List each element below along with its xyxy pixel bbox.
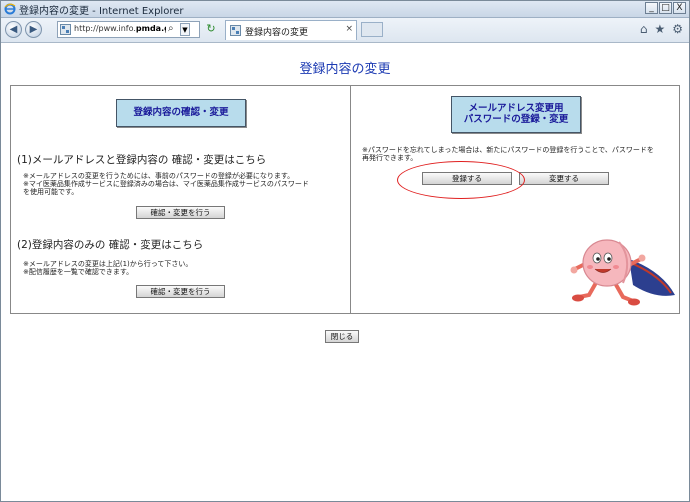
settings-gear-icon[interactable]: ⚙ (672, 22, 683, 36)
close-window-button[interactable]: X (673, 2, 686, 14)
section2-note-2: ※配信履歴を一覧で確認できます。 (23, 268, 134, 276)
tab-favicon-icon (230, 25, 241, 36)
forward-arrow-icon: ▶ (29, 24, 38, 35)
window-controls: _ □ X (645, 2, 686, 14)
section1-note-3: を使用可能です。 (23, 188, 79, 196)
close-button[interactable]: 閉じる (325, 330, 359, 343)
right-header-line-2: パスワードの登録・変更 (463, 114, 569, 125)
right-panel-header: メールアドレス変更用 パスワードの登録・変更 (451, 96, 581, 133)
minimize-button[interactable]: _ (645, 2, 658, 14)
highlight-annotation-ring (397, 161, 525, 199)
page-title: 登録内容の変更 (299, 62, 391, 77)
browser-tab[interactable]: 登録内容の変更 × (225, 20, 357, 40)
right-note-1: ※パスワードを忘れてしまった場合は、新たにパスワードの登録を行うことで、パスワー… (362, 146, 654, 154)
right-header-line-1: メールアドレス変更用 (468, 103, 564, 114)
section1-heading: (1)メールアドレスと登録内容の 確認・変更はこちら (17, 154, 267, 166)
change-button[interactable]: 変更する (519, 172, 609, 185)
back-button[interactable]: ◀ (5, 21, 22, 38)
section1-note-1: ※メールアドレスの変更を行うためには、事前のパスワードの登録が必要になります。 (23, 172, 295, 180)
window-title: 登録内容の変更 - Internet Explorer (19, 6, 184, 17)
section1-note-2: ※マイ医薬品集作成サービスに登録済みの場合は、マイ医薬品集作成サービスのパスワー… (23, 180, 309, 188)
home-icon[interactable]: ⌂ (640, 22, 648, 36)
refresh-icon[interactable]: ↻ (204, 22, 218, 36)
back-arrow-icon: ◀ (9, 24, 18, 35)
new-tab-button[interactable] (361, 22, 383, 37)
internet-explorer-icon (4, 3, 16, 15)
forward-button[interactable]: ▶ (25, 21, 42, 38)
address-bar[interactable]: http://pww.info.pmda.go.jp/p ⌕ ▼ (57, 21, 200, 38)
right-note-2: 再発行できます。 (362, 154, 418, 162)
favorites-star-icon[interactable]: ★ (654, 22, 665, 36)
confirm-change-button-2[interactable]: 確認・変更を行う (136, 285, 225, 298)
address-url: http://pww.info.pmda.go.jp/p (74, 24, 166, 33)
section2-heading: (2)登録内容のみの 確認・変更はこちら (17, 239, 204, 251)
search-icon[interactable]: ⌕ (168, 23, 174, 34)
left-panel-header: 登録内容の確認・変更 (116, 99, 246, 127)
title-bar: 登録内容の変更 - Internet Explorer _ □ X (1, 1, 689, 18)
tab-title: 登録内容の変更 (245, 28, 309, 38)
section2-note-1: ※メールアドレスの変更は上記(1)から行って下さい。 (23, 260, 193, 268)
page-favicon-icon (60, 24, 71, 35)
confirm-change-button-1[interactable]: 確認・変更を行う (136, 206, 225, 219)
maximize-button[interactable]: □ (659, 2, 672, 14)
address-dropdown-icon[interactable]: ▼ (180, 23, 190, 36)
pill-mascot-illustration (570, 239, 675, 306)
tab-close-icon[interactable]: × (345, 24, 353, 34)
navigation-bar: ◀ ▶ http://pww.info.pmda.go.jp/p ⌕ ▼ ↻ 登… (1, 18, 689, 43)
browser-tools: ⌂ ★ ⚙ (640, 22, 683, 36)
browser-window: 登録内容の変更 - Internet Explorer _ □ X ◀ ▶ ht… (0, 0, 690, 502)
left-panel: 登録内容の確認・変更 (1)メールアドレスと登録内容の 確認・変更はこちら ※メ… (11, 86, 351, 313)
